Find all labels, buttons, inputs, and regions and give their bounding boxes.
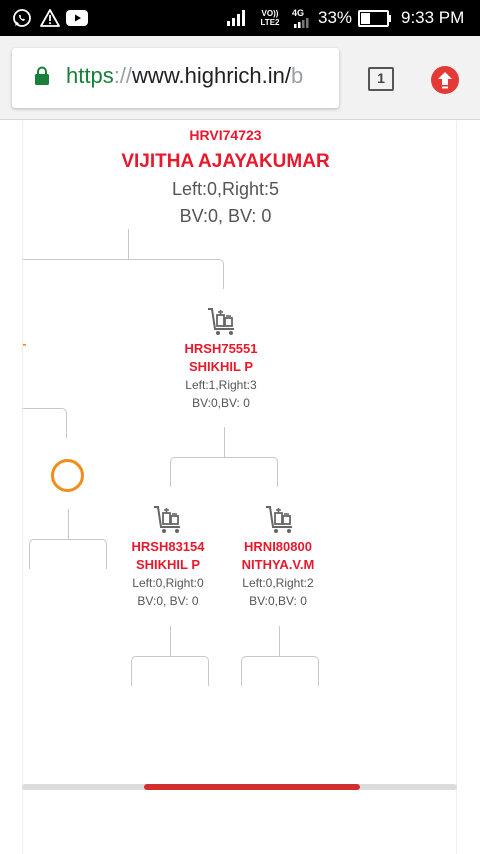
root-member-name: VIJITHA AJAYAKUMAR <box>121 151 330 172</box>
connector-line <box>128 229 129 259</box>
member-left-right: Left:1,Right:3 <box>185 378 257 392</box>
member-bv: BV:0,BV: 0 <box>192 396 250 410</box>
clock-time: 9:33 PM <box>401 8 465 27</box>
cart-icon <box>266 506 292 533</box>
signal-icon <box>294 18 309 28</box>
browser-toolbar: https://www.highrich.in/b 1 <box>0 36 480 120</box>
address-bar[interactable]: https://www.highrich.in/b <box>12 48 339 108</box>
member-bv: BV:0,BV: 0 <box>249 594 307 608</box>
connector-line <box>68 509 69 539</box>
cart-icon <box>154 506 180 533</box>
member-id[interactable]: HRSH83154 <box>113 539 223 554</box>
connector-branch <box>23 408 67 438</box>
update-icon <box>438 72 452 89</box>
connector-line <box>170 626 171 656</box>
member-left-right: Left:0,Right:2 <box>242 576 314 590</box>
battery-icon <box>358 10 391 27</box>
member-id[interactable]: HRSH75551 <box>161 341 281 356</box>
volte-label: VO)) LTE2 <box>260 9 280 27</box>
connector-branch <box>170 457 278 487</box>
connector-line <box>279 626 280 656</box>
network-type-label: 4G <box>292 8 305 18</box>
signal-icon <box>227 10 245 26</box>
root-left-right: Left:0,Right:5 <box>171 179 280 199</box>
connector-branch <box>23 259 224 289</box>
lock-icon <box>35 66 49 85</box>
connector-branch <box>29 539 107 569</box>
connector-branch <box>241 656 319 686</box>
url-text: https://www.highrich.in/b <box>66 63 303 89</box>
member-bv: BV:0, BV: 0 <box>137 594 199 608</box>
tabs-button[interactable]: 1 <box>368 67 394 91</box>
member-left-right: Left:0,Right:0 <box>132 576 204 590</box>
member-name: SHIKHIL P <box>188 359 254 374</box>
url-host: www.highrich.in/ <box>132 63 291 88</box>
member-name: NITHYA.V.M <box>241 557 315 572</box>
whatsapp-icon <box>13 9 31 27</box>
genealogy-tree: HRVI74723 VIJITHA AJAYAKUMAR Left:0,Righ… <box>22 121 457 854</box>
battery-percent: 33% <box>318 8 353 27</box>
left-branch-label[interactable]: T <box>23 341 26 358</box>
status-bar: VO)) LTE2 4G 33% 9:33 PM <box>0 0 480 36</box>
url-tail: b <box>291 63 304 88</box>
horizontal-scrollbar[interactable] <box>22 784 457 790</box>
connector-branch <box>131 656 209 686</box>
root-bv: BV:0, BV: 0 <box>179 206 272 226</box>
root-member-id[interactable]: HRVI74723 <box>23 127 428 143</box>
warning-icon <box>40 9 60 27</box>
scrollbar-thumb[interactable] <box>144 784 360 790</box>
member-name: SHIKHIL P <box>135 557 201 572</box>
connector-line <box>224 427 225 457</box>
url-fade <box>309 48 339 108</box>
url-scheme: https <box>66 63 114 88</box>
update-button[interactable] <box>431 66 459 94</box>
youtube-icon <box>66 10 88 26</box>
member-id[interactable]: HRNI80800 <box>223 539 333 554</box>
url-separator: :// <box>113 63 133 88</box>
empty-slot[interactable] <box>51 459 84 492</box>
cart-icon <box>208 308 234 335</box>
page-content: HRVI74723 VIJITHA AJAYAKUMAR Left:0,Righ… <box>0 121 480 854</box>
